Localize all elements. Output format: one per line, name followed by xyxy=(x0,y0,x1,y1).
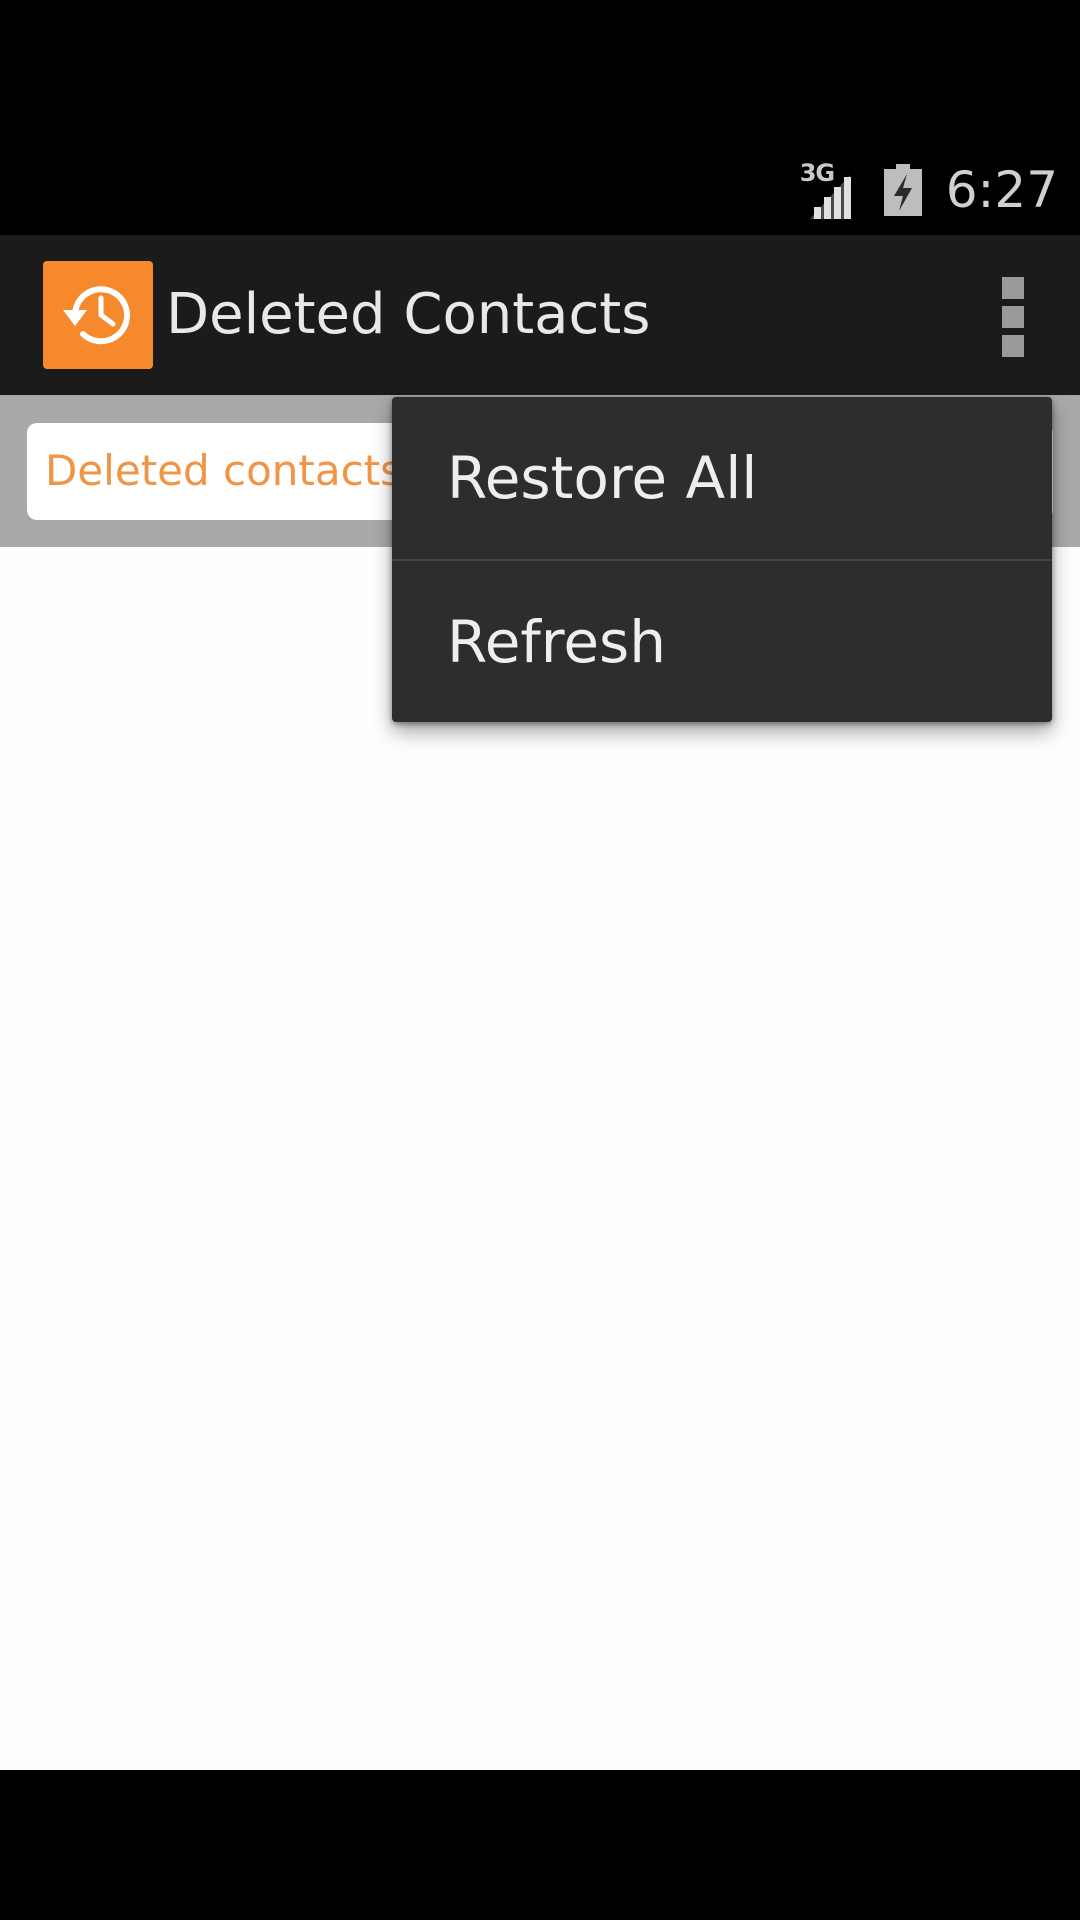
menu-item-label: Restore All xyxy=(447,444,758,512)
menu-item-restore-all[interactable]: Restore All xyxy=(392,397,1052,559)
history-clock-icon[interactable] xyxy=(43,261,153,369)
overflow-menu-icon-dot xyxy=(1002,306,1024,328)
overflow-menu-button[interactable] xyxy=(998,277,1028,357)
menu-item-label: Refresh xyxy=(447,608,667,676)
status-icons: 3G 6:27 xyxy=(800,158,1058,222)
app-title: Deleted Contacts xyxy=(166,282,651,347)
menu-item-refresh[interactable]: Refresh xyxy=(392,559,1052,722)
list-header-label: Deleted contacts xyxy=(45,446,403,495)
clock: 6:27 xyxy=(945,161,1058,219)
overflow-popup-menu: Restore All Refresh xyxy=(392,397,1052,722)
action-bar: Deleted Contacts xyxy=(0,235,1080,395)
screen: 3G 6:27 Deleted Contacts Deleted contact… xyxy=(0,0,1080,1920)
overflow-menu-icon xyxy=(1002,277,1024,299)
overflow-menu-icon-dot xyxy=(1002,335,1024,357)
navigation-bar xyxy=(0,1770,1080,1920)
status-bar: 3G 6:27 xyxy=(0,0,1080,235)
signal-icon: 3G xyxy=(800,161,858,219)
battery-icon xyxy=(883,164,922,216)
